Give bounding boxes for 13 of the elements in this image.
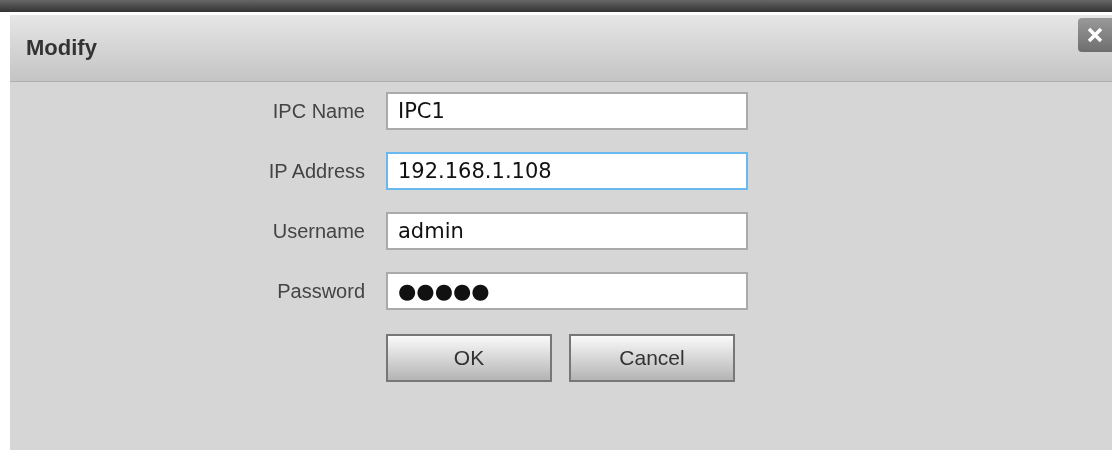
ok-button[interactable]: OK — [386, 334, 552, 382]
field-label: Password — [277, 279, 365, 303]
input-field[interactable]: admin — [386, 212, 748, 250]
input-field[interactable]: 192.168.1.108 — [386, 152, 748, 190]
dialog-title: Modify — [26, 35, 97, 61]
close-button[interactable] — [1078, 18, 1112, 52]
close-icon — [1086, 26, 1104, 44]
input-field[interactable]: ●●●●● — [386, 272, 748, 310]
cancel-button[interactable]: Cancel — [569, 334, 735, 382]
field-label: IPC Name — [272, 99, 365, 123]
field-label: IP Address — [268, 159, 365, 183]
field-label: Username — [272, 219, 365, 243]
input-field[interactable]: IPC1 — [386, 92, 748, 130]
